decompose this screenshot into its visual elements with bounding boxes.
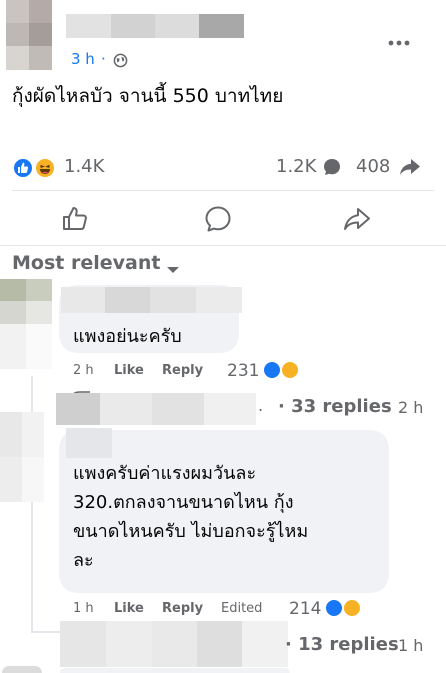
share-button[interactable] xyxy=(342,204,372,238)
view-replies-link[interactable]: · 33 replies xyxy=(278,396,392,417)
share-arrow-icon xyxy=(344,208,370,230)
comment-text-line: ขนาดไหนครับ ไม่บอกจะรู้ไหม xyxy=(73,521,309,542)
reply-preview-dot: . xyxy=(258,396,264,415)
comment-text-line: แพงครับค่าแรงผมวันละ xyxy=(73,463,257,484)
thumbs-up-outline-icon xyxy=(63,207,87,230)
reply-author-name[interactable] xyxy=(60,621,288,667)
view-replies-link[interactable]: · 13 replies xyxy=(285,634,399,655)
comment-button[interactable] xyxy=(203,204,233,238)
comment-author-name[interactable] xyxy=(61,287,242,313)
comment-time[interactable]: 2 h xyxy=(73,363,94,378)
divider xyxy=(12,190,434,191)
like-reaction-icon[interactable] xyxy=(12,157,34,179)
divider xyxy=(0,245,446,246)
haha-reaction-icon[interactable] xyxy=(34,157,56,179)
comment-like-button[interactable]: Like xyxy=(114,601,144,616)
post-time-separator: · xyxy=(101,50,106,68)
comment-avatar[interactable] xyxy=(0,279,52,369)
chevron-down-icon[interactable] xyxy=(166,260,180,279)
comment-reply-button[interactable]: Reply xyxy=(162,601,203,616)
comment-reactions-count[interactable]: 214 xyxy=(289,599,321,619)
comment-text-line: 320.ตกลงจานขนาดไหน กุ้ง xyxy=(73,492,294,513)
comment-text: แพงครับค่าแรงผมวันละ 320.ตกลงจานขนาดไหน … xyxy=(73,459,308,575)
post-author-avatar[interactable] xyxy=(6,0,52,70)
thread-line-branch xyxy=(31,631,61,633)
sort-label: Most relevant xyxy=(12,252,161,274)
like-reaction-icon[interactable] xyxy=(262,360,282,380)
comment-bubble xyxy=(60,668,290,673)
comment-edited-label: Edited xyxy=(221,601,263,616)
comments-count[interactable]: 1.2K xyxy=(276,156,316,177)
shares-count[interactable]: 408 xyxy=(356,156,390,177)
comment-avatar[interactable] xyxy=(0,412,44,502)
comment-reply-button[interactable]: Reply xyxy=(162,363,203,378)
comment-reactions-count[interactable]: 231 xyxy=(227,361,259,381)
comment-avatar[interactable] xyxy=(2,666,42,673)
speech-bubble-icon xyxy=(205,206,231,232)
comment-author-name[interactable] xyxy=(66,428,112,458)
post-author-name[interactable] xyxy=(66,14,244,38)
replies-time: 2 h xyxy=(398,398,424,417)
comment-sort-dropdown[interactable]: Most relevant xyxy=(12,252,160,274)
comment-like-button[interactable]: Like xyxy=(114,363,144,378)
share-count-icon xyxy=(399,157,421,181)
post-timestamp[interactable]: 3 h xyxy=(71,50,95,68)
reply-author-name[interactable] xyxy=(56,393,256,425)
comment-count-icon xyxy=(322,157,342,181)
like-button[interactable] xyxy=(60,204,90,238)
post-text: กุ้งผัดไหลบัว จานนี้ 550 บาทไทย xyxy=(12,85,284,107)
comment-text-line: ละ xyxy=(73,550,94,571)
comment-time[interactable]: 1 h xyxy=(73,601,94,616)
comment-text: แพงอย่นะครับ xyxy=(73,326,182,347)
reactions-count[interactable]: 1.4K xyxy=(64,156,104,177)
globe-icon xyxy=(113,53,128,72)
replies-time: 1 h xyxy=(398,636,424,655)
more-options-icon[interactable] xyxy=(388,32,410,51)
like-reaction-icon[interactable] xyxy=(324,598,344,618)
haha-reaction-icon[interactable] xyxy=(342,598,362,618)
haha-reaction-icon[interactable] xyxy=(280,360,300,380)
